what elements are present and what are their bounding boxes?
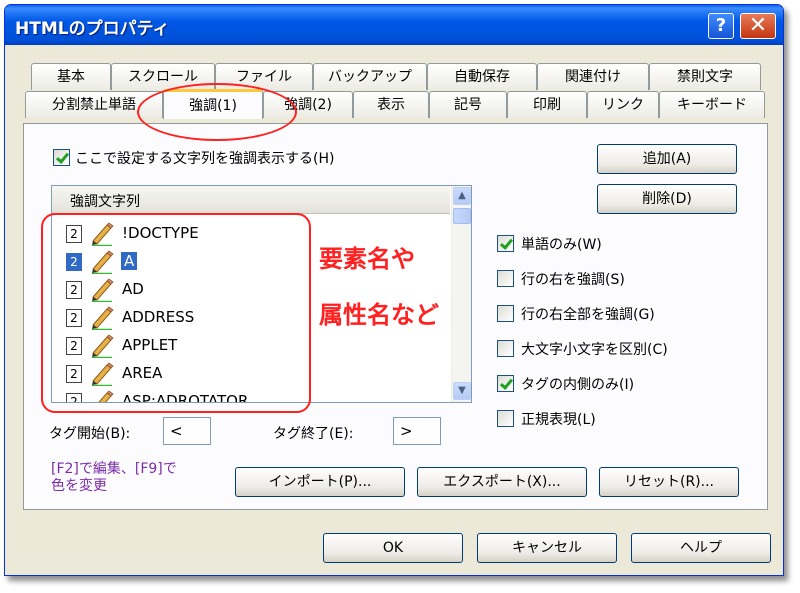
title-bar[interactable]: HTMLのプロパティ ? ✕ [5,5,783,45]
tab-association[interactable]: 関連付け [537,63,649,90]
properties-dialog: HTMLのプロパティ ? ✕ 基本 スクロール ファイル バックアップ 自動保存… [4,4,784,576]
tab-autosave[interactable]: 自動保存 [427,63,537,90]
inside-tags-only-label: タグの内側のみ(I) [521,377,635,393]
scroll-thumb[interactable] [453,208,471,224]
inside-tags-only-checkbox[interactable] [497,375,514,392]
list-scrollbar[interactable]: ▲ ▼ [451,186,471,402]
help-button[interactable]: ヘルプ [631,533,771,563]
number-box-icon: 2 [66,393,82,402]
annotation-line-2: 属性名など [319,301,439,329]
tab-basic[interactable]: 基本 [31,63,111,90]
tab-backup[interactable]: バックアップ [313,63,427,90]
number-box-icon: 2 [66,309,82,327]
number-box-icon: 2 [66,253,82,271]
list-item-text: ASP:ADROTATOR [122,392,249,403]
pencil-icon [90,306,116,331]
window-title: HTMLのプロパティ [15,19,170,39]
tab-kinsoku[interactable]: 禁則文字 [649,63,761,90]
words-only-checkbox[interactable] [497,235,514,252]
number-box-icon: 2 [66,281,82,299]
hint-line-2: 色を変更 [51,478,107,494]
regex-checkbox[interactable] [497,410,514,427]
highlight-whole-line-right-label: 行の右全部を強調(G) [521,307,655,323]
tab-emphasis-2[interactable]: 強調(2) [263,91,353,118]
emphasis-string-list[interactable]: 強調文字列 ▲ ▼ 2 !DOCTYPE 2 A 2 AD 2 ADDRESS 2 APPLET 2… [51,185,472,403]
case-sensitive-label: 大文字小文字を区別(C) [521,342,668,358]
tab-link[interactable]: リンク [587,91,659,118]
list-item-text: AREA [122,364,163,382]
export-button[interactable]: エクスポート(X)... [417,467,587,497]
words-only-label: 単語のみ(W) [521,237,602,253]
annotation-line-1: 要素名や [319,245,415,273]
tag-end-label: タグ終了(E): [273,426,354,442]
list-item[interactable]: 2 APPLET [66,334,446,359]
delete-button[interactable]: 削除(D) [597,184,737,214]
pencil-icon [90,278,116,303]
scroll-up-icon[interactable]: ▲ [453,187,471,205]
highlight-whole-line-right-checkbox[interactable] [497,305,514,322]
list-item-text: ADDRESS [122,308,195,326]
highlight-strings-checkbox[interactable] [53,149,70,166]
tab-file[interactable]: ファイル [215,63,313,90]
list-item-text: AD [122,280,144,298]
tag-start-input[interactable]: < [163,417,211,445]
close-icon[interactable]: ✕ [740,13,776,39]
add-button[interactable]: 追加(A) [597,144,737,174]
tag-start-label: タグ開始(B): [49,426,131,442]
hint-text: [F2]で編集、[F9]で 色を変更 [51,461,177,495]
pencil-icon [90,362,116,387]
tab-no-split-words[interactable]: 分割禁止単語 [25,91,163,118]
regex-label: 正規表現(L) [521,412,596,428]
scroll-down-icon[interactable]: ▼ [453,382,471,400]
help-icon[interactable]: ? [708,13,734,39]
tag-end-input[interactable]: > [393,417,441,445]
ok-button[interactable]: OK [323,533,463,563]
number-box-icon: 2 [66,225,82,243]
reset-button[interactable]: リセット(R)... [599,467,739,497]
number-box-icon: 2 [66,337,82,355]
list-column-header[interactable]: 強調文字列 [52,186,450,214]
pencil-icon [90,334,116,359]
highlight-line-right-checkbox[interactable] [497,270,514,287]
import-button[interactable]: インポート(P)... [235,467,405,497]
pencil-icon [90,250,116,275]
tab-scroll[interactable]: スクロール [111,63,215,90]
list-item[interactable]: 2 AREA [66,362,446,387]
tab-keyboard[interactable]: キーボード [659,91,765,118]
highlight-line-right-label: 行の右を強調(S) [521,272,625,288]
list-item-text: APPLET [122,336,178,354]
list-header-label: 強調文字列 [70,194,140,210]
tab-print[interactable]: 印刷 [507,91,587,118]
hint-line-1: [F2]で編集、[F9]で [51,461,177,477]
tab-symbols[interactable]: 記号 [429,91,507,118]
pencil-icon [90,390,116,402]
tab-display[interactable]: 表示 [353,91,429,118]
pencil-icon [90,222,116,247]
list-item-text: A [121,252,138,270]
case-sensitive-checkbox[interactable] [497,340,514,357]
highlight-strings-label: ここで設定する文字列を強調表示する(H) [75,151,335,167]
list-item[interactable]: 2 ASP:ADROTATOR [66,390,446,403]
number-box-icon: 2 [66,365,82,383]
cancel-button[interactable]: キャンセル [477,533,617,563]
tab-emphasis-1[interactable]: 強調(1) [163,89,263,119]
list-item-text: !DOCTYPE [122,224,199,242]
